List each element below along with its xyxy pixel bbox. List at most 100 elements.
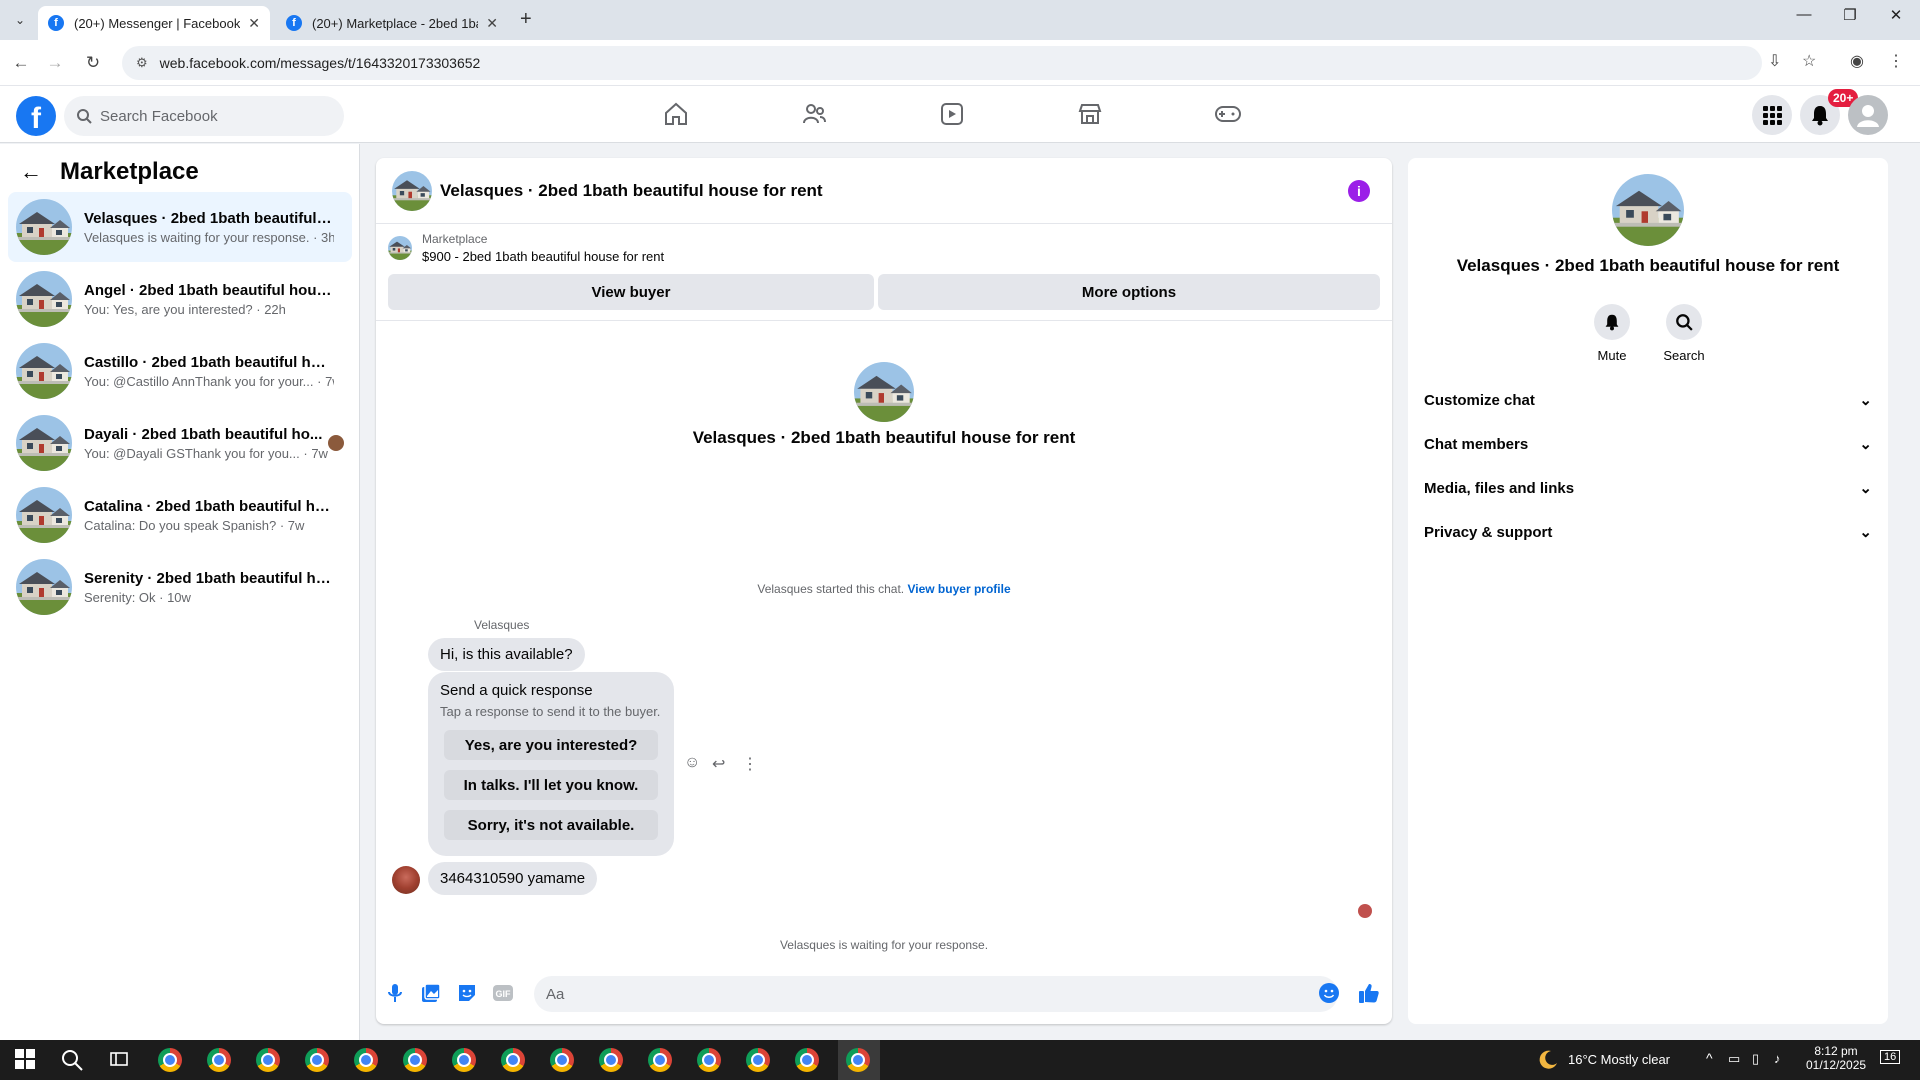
- conversation-item[interactable]: Castillo · 2bed 1bath beautiful hou... Yo…: [8, 336, 352, 406]
- quick-reply-sorry-button[interactable]: Sorry, it's not available.: [444, 810, 658, 840]
- minimize-icon[interactable]: —: [1784, 6, 1824, 23]
- back-arrow-icon[interactable]: ←: [20, 159, 42, 185]
- chrome-icon[interactable]: [648, 1048, 672, 1072]
- chrome-icon[interactable]: [158, 1048, 182, 1072]
- sidebar-header: ← Marketplace: [20, 158, 199, 186]
- weather-text[interactable]: 16°C Mostly clear: [1568, 1052, 1670, 1067]
- task-view-icon[interactable]: [108, 1048, 132, 1072]
- back-icon[interactable]: ←: [8, 50, 34, 76]
- emoji-icon[interactable]: [1316, 980, 1342, 1006]
- new-tab-icon[interactable]: +: [520, 8, 532, 31]
- view-buyer-profile-link[interactable]: View buyer profile: [907, 582, 1010, 596]
- profile-icon[interactable]: ◉: [1850, 51, 1864, 71]
- chrome-icon[interactable]: [305, 1048, 329, 1072]
- chrome-icon[interactable]: [452, 1048, 476, 1072]
- microphone-icon[interactable]: [382, 980, 408, 1006]
- quick-reply-talks-button[interactable]: In talks. I'll let you know.: [444, 770, 658, 800]
- gaming-icon[interactable]: [1210, 98, 1246, 130]
- windows-start-icon[interactable]: [14, 1048, 38, 1072]
- home-icon[interactable]: [658, 98, 694, 130]
- chrome-icon[interactable]: [256, 1048, 280, 1072]
- close-window-icon[interactable]: ✕: [1876, 6, 1916, 24]
- tab-search-icon[interactable]: ⌄: [8, 8, 32, 32]
- battery-icon[interactable]: ▯: [1752, 1051, 1759, 1067]
- message-input[interactable]: Aa: [534, 976, 1338, 1012]
- close-tab-icon[interactable]: ✕: [486, 15, 498, 32]
- install-app-icon[interactable]: ⇩: [1768, 51, 1781, 71]
- reply-arrow-icon[interactable]: ↩: [712, 754, 725, 774]
- search-chat-button[interactable]: Search: [1654, 304, 1714, 363]
- conversation-item[interactable]: Dayali · 2bed 1bath beautiful ho... You: …: [8, 408, 352, 478]
- menu-grid-icon[interactable]: [1752, 95, 1792, 135]
- chrome-icon[interactable]: [746, 1048, 770, 1072]
- photo-icon[interactable]: [418, 980, 444, 1006]
- conversation-item[interactable]: Velasques · 2bed 1bath beautiful h... Vel…: [8, 192, 352, 262]
- chat-members-section[interactable]: Chat members ⌄: [1424, 426, 1872, 462]
- video-icon[interactable]: [934, 98, 970, 130]
- facebook-favicon-icon: f: [286, 15, 302, 31]
- account-avatar[interactable]: [1848, 95, 1888, 135]
- conversation-name: Serenity · 2bed 1bath beautiful ho...: [84, 569, 334, 587]
- chrome-icon[interactable]: [846, 1048, 870, 1072]
- chat-title[interactable]: Velasques · 2bed 1bath beautiful house f…: [440, 181, 823, 201]
- quick-reply-yes-button[interactable]: Yes, are you interested?: [444, 730, 658, 760]
- chrome-icon[interactable]: [501, 1048, 525, 1072]
- conversation-preview: Velasques is waiting for your response. …: [84, 229, 334, 245]
- url-field[interactable]: ⚙ web.facebook.com/messages/t/1643320173…: [122, 46, 1762, 80]
- chrome-icon[interactable]: [354, 1048, 378, 1072]
- seen-avatar: [1358, 904, 1372, 918]
- chrome-icon[interactable]: [697, 1048, 721, 1072]
- gif-icon[interactable]: GIF: [490, 980, 516, 1006]
- menu-kebab-icon[interactable]: ⋮: [1888, 51, 1904, 71]
- like-thumbs-up-icon[interactable]: [1356, 980, 1382, 1006]
- mute-button[interactable]: Mute: [1582, 304, 1642, 363]
- search-icon[interactable]: [60, 1048, 84, 1072]
- conversation-item[interactable]: Catalina · 2bed 1bath beautiful ho... Cat…: [8, 480, 352, 550]
- more-actions-icon[interactable]: ⋮: [742, 754, 758, 774]
- close-tab-icon[interactable]: ✕: [248, 15, 260, 32]
- privacy-support-section[interactable]: Privacy & support ⌄: [1424, 514, 1872, 550]
- marketplace-icon[interactable]: [1072, 98, 1108, 130]
- tab-messenger[interactable]: f (20+) Messenger | Facebook ✕: [38, 6, 270, 40]
- sticker-icon[interactable]: [454, 980, 480, 1006]
- profile-avatar[interactable]: [854, 362, 914, 422]
- message-bubble[interactable]: 3464310590 yamame: [428, 862, 598, 895]
- media-files-links-section[interactable]: Media, files and links ⌄: [1424, 470, 1872, 506]
- notification-center-icon[interactable]: 16: [1880, 1050, 1901, 1064]
- message-bubble[interactable]: Hi, is this available?: [428, 638, 585, 671]
- chrome-icon[interactable]: [550, 1048, 574, 1072]
- quick-response-card: Send a quick response Tap a response to …: [428, 672, 674, 856]
- chrome-icon[interactable]: [403, 1048, 427, 1072]
- weather-moon-icon[interactable]: [1536, 1048, 1560, 1072]
- volume-icon[interactable]: ♪: [1774, 1051, 1781, 1066]
- conversation-item[interactable]: Angel · 2bed 1bath beautiful hous... You:…: [8, 264, 352, 334]
- react-smiley-icon[interactable]: ☺: [684, 754, 700, 772]
- tab-marketplace[interactable]: f (20+) Marketplace - 2bed 1bath ✕: [276, 6, 508, 40]
- network-icon[interactable]: ▭: [1728, 1051, 1740, 1067]
- facebook-logo-icon[interactable]: f: [16, 96, 56, 136]
- details-avatar[interactable]: [1612, 174, 1684, 246]
- info-icon[interactable]: i: [1348, 180, 1370, 202]
- section-label: Chat members: [1424, 435, 1529, 453]
- restore-icon[interactable]: ❐: [1830, 6, 1870, 24]
- site-info-icon[interactable]: ⚙: [136, 55, 148, 71]
- marketplace-label: Marketplace: [422, 232, 488, 246]
- reload-icon[interactable]: ↻: [80, 50, 106, 76]
- sender-avatar[interactable]: [392, 866, 420, 894]
- search-facebook-input[interactable]: Search Facebook: [64, 96, 344, 136]
- chat-avatar[interactable]: [392, 171, 432, 211]
- chrome-icon[interactable]: [599, 1048, 623, 1072]
- listing-price-title[interactable]: $900 - 2bed 1bath beautiful house for re…: [422, 249, 664, 264]
- friends-icon[interactable]: [796, 98, 832, 130]
- forward-icon[interactable]: →: [42, 50, 68, 76]
- chrome-icon[interactable]: [207, 1048, 231, 1072]
- chrome-icon[interactable]: [795, 1048, 819, 1072]
- customize-chat-section[interactable]: Customize chat ⌄: [1424, 382, 1872, 418]
- bookmark-star-icon[interactable]: ☆: [1802, 51, 1816, 71]
- conversation-item[interactable]: Serenity · 2bed 1bath beautiful ho... Ser…: [8, 552, 352, 622]
- clock[interactable]: 8:12 pm 01/12/2025: [1806, 1044, 1866, 1072]
- more-options-button[interactable]: More options: [878, 274, 1380, 310]
- show-hidden-icons-chevron-up-icon[interactable]: ^: [1706, 1050, 1713, 1066]
- message-composer: GIF Aa: [376, 970, 1392, 1020]
- view-buyer-button[interactable]: View buyer: [388, 274, 874, 310]
